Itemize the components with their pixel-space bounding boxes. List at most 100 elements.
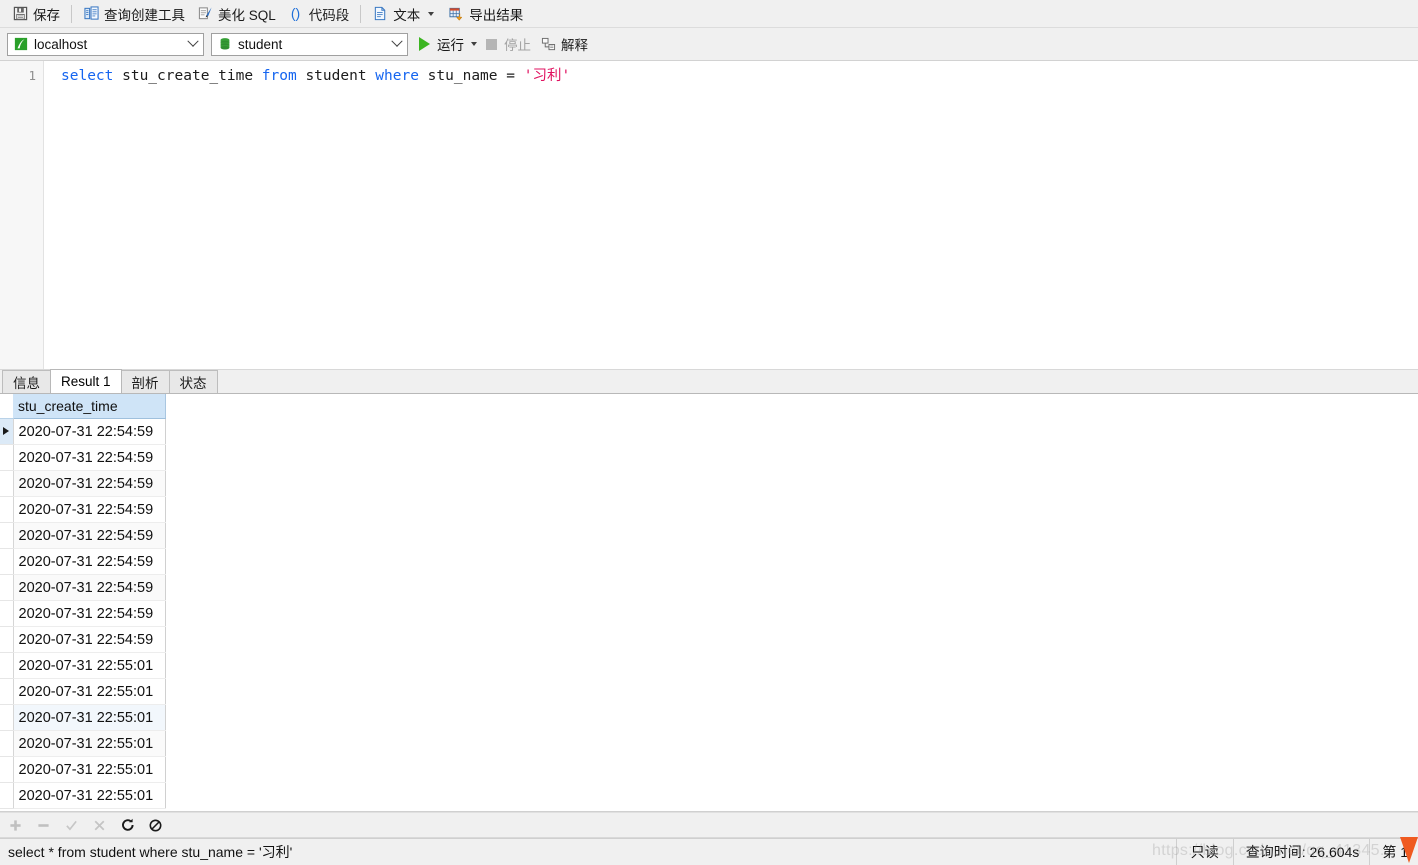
tab-result-1-label: Result 1 <box>61 374 111 389</box>
cell-stu-create-time[interactable]: 2020-07-31 22:54:59 <box>13 600 166 627</box>
table-row[interactable]: 2020-07-31 22:54:59 <box>0 418 166 445</box>
row-indicator-cell[interactable] <box>0 574 14 601</box>
table-row[interactable]: 2020-07-31 22:54:59 <box>0 470 166 497</box>
stop-prohibited-icon[interactable] <box>148 818 163 833</box>
table-row[interactable]: 2020-07-31 22:55:01 <box>0 678 166 705</box>
remove-row-icon[interactable] <box>36 818 51 833</box>
host-select[interactable]: localhost <box>7 32 204 56</box>
row-indicator-cell[interactable] <box>0 470 14 497</box>
cell-stu-create-time[interactable]: 2020-07-31 22:55:01 <box>13 756 166 783</box>
database-select-value: student <box>238 36 283 52</box>
row-indicator-cell[interactable] <box>0 548 14 575</box>
cell-stu-create-time[interactable]: 2020-07-31 22:54:59 <box>13 548 166 575</box>
table-row[interactable]: 2020-07-31 22:55:01 <box>0 652 166 679</box>
cell-stu-create-time[interactable]: 2020-07-31 22:54:59 <box>13 444 166 471</box>
cell-stu-create-time[interactable]: 2020-07-31 22:55:01 <box>13 730 166 757</box>
code-snippet-label: 代码段 <box>308 7 350 23</box>
result-grid-body[interactable]: 2020-07-31 22:54:59 2020-07-31 22:54:59 20… <box>0 418 166 809</box>
row-indicator-cell[interactable] <box>0 444 14 471</box>
explain-button-label: 解释 <box>561 38 588 53</box>
query-builder-label: 查询创建工具 <box>104 7 185 23</box>
row-indicator-cell[interactable] <box>0 678 14 705</box>
cell-stu-create-time[interactable]: 2020-07-31 22:54:59 <box>13 470 166 497</box>
run-button[interactable]: 运行 <box>416 34 479 54</box>
table-row[interactable]: 2020-07-31 22:54:59 <box>0 496 166 523</box>
tab-result-1[interactable]: Result 1 <box>50 369 122 393</box>
host-select-chevron-down-icon[interactable] <box>183 34 203 55</box>
row-indicator-cell[interactable] <box>0 496 14 523</box>
tab-profile[interactable]: 剖析 <box>120 370 170 393</box>
add-row-icon[interactable] <box>8 818 23 833</box>
confirm-check-icon[interactable] <box>64 818 79 833</box>
query-builder-button[interactable]: 查询创建工具 <box>77 2 191 26</box>
row-indicator-header <box>0 394 13 419</box>
text-document-icon <box>372 6 388 22</box>
cancel-cross-icon[interactable] <box>92 818 107 833</box>
row-indicator-cell[interactable] <box>0 782 14 809</box>
table-row[interactable]: 2020-07-31 22:54:59 <box>0 626 166 653</box>
text-format-button[interactable]: 文本 <box>366 2 442 26</box>
row-indicator-cell[interactable] <box>0 652 14 679</box>
tab-info-label: 信息 <box>13 376 40 391</box>
sql-editor[interactable]: 1 select stu_create_time from student wh… <box>0 61 1418 370</box>
table-row[interactable]: 2020-07-31 22:54:59 <box>0 444 166 471</box>
column-header-stu-create-time[interactable]: stu_create_time <box>13 394 166 419</box>
run-button-label: 运行 <box>437 38 464 53</box>
database-icon <box>217 36 233 52</box>
cell-stu-create-time[interactable]: 2020-07-31 22:55:01 <box>13 704 166 731</box>
cell-stu-create-time[interactable]: 2020-07-31 22:54:59 <box>13 496 166 523</box>
result-grid-container[interactable]: stu_create_time 2020-07-31 22:54:59 2020-… <box>0 394 1418 812</box>
table-row[interactable]: 2020-07-31 22:54:59 <box>0 548 166 575</box>
table-row[interactable]: 2020-07-31 22:55:01 <box>0 782 166 809</box>
table-row[interactable]: 2020-07-31 22:55:01 <box>0 756 166 783</box>
row-indicator-cell[interactable] <box>0 756 14 783</box>
table-row[interactable]: 2020-07-31 22:54:59 <box>0 574 166 601</box>
result-grid[interactable]: stu_create_time 2020-07-31 22:54:59 2020-… <box>0 394 166 809</box>
row-indicator-cell[interactable] <box>0 600 14 627</box>
status-read-only: 只读 <box>1175 838 1233 865</box>
sql-token-keyword-2: from <box>261 68 297 84</box>
cell-stu-create-time[interactable]: 2020-07-31 22:55:01 <box>13 782 166 809</box>
save-button[interactable]: 保存 <box>6 2 66 26</box>
cell-stu-create-time[interactable]: 2020-07-31 22:54:59 <box>13 574 166 601</box>
row-indicator-cell[interactable] <box>0 626 14 653</box>
svg-text:(): () <box>291 6 300 21</box>
database-select[interactable]: student <box>211 32 408 56</box>
run-chevron-down-icon[interactable] <box>471 42 477 46</box>
beautify-sql-button[interactable]: 美化 SQL <box>191 2 282 26</box>
sql-code-area[interactable]: select stu_create_time from student wher… <box>44 61 1418 369</box>
query-builder-icon <box>83 6 99 22</box>
row-indicator-cell[interactable] <box>0 730 14 757</box>
table-row[interactable]: 2020-07-31 22:54:59 <box>0 600 166 627</box>
row-indicator-cell[interactable] <box>0 522 14 549</box>
beautify-sql-label: 美化 SQL <box>218 7 276 23</box>
status-page-number: 查询时间: 26.604s <box>1232 838 1370 865</box>
export-result-icon <box>448 6 464 22</box>
cell-stu-create-time[interactable]: 2020-07-31 22:54:59 <box>13 522 166 549</box>
database-select-chevron-down-icon[interactable] <box>387 34 407 55</box>
table-row[interactable]: 2020-07-31 22:55:01 <box>0 704 166 731</box>
tab-status-label: 状态 <box>179 376 207 391</box>
sql-token-keyword-4: where <box>375 68 419 84</box>
toolbar-separator-2 <box>360 4 362 23</box>
row-indicator-cell[interactable] <box>0 704 14 731</box>
table-row[interactable]: 2020-07-31 22:55:01 <box>0 730 166 757</box>
tab-status[interactable]: 状态 <box>168 370 218 393</box>
tab-profile-label: 剖析 <box>131 376 159 391</box>
code-snippet-button[interactable]: () 代码段 <box>282 2 356 26</box>
cell-stu-create-time[interactable]: 2020-07-31 22:55:01 <box>13 652 166 679</box>
refresh-icon[interactable] <box>120 818 135 833</box>
explain-button[interactable]: 解释 <box>540 34 588 54</box>
run-play-icon <box>416 36 432 52</box>
tab-info[interactable]: 信息 <box>2 370 51 393</box>
grid-navigation-toolbar <box>0 812 1418 838</box>
cell-stu-create-time[interactable]: 2020-07-31 22:54:59 <box>13 418 166 445</box>
table-row[interactable]: 2020-07-31 22:54:59 <box>0 522 166 549</box>
cell-stu-create-time[interactable]: 2020-07-31 22:54:59 <box>13 626 166 653</box>
host-select-value: localhost <box>34 36 88 52</box>
current-row-arrow-icon <box>3 427 9 435</box>
cell-stu-create-time[interactable]: 2020-07-31 22:55:01 <box>13 678 166 705</box>
row-indicator-cell[interactable] <box>0 418 14 445</box>
chevron-down-icon[interactable] <box>428 11 435 16</box>
export-result-button[interactable]: 导出结果 <box>442 2 529 26</box>
